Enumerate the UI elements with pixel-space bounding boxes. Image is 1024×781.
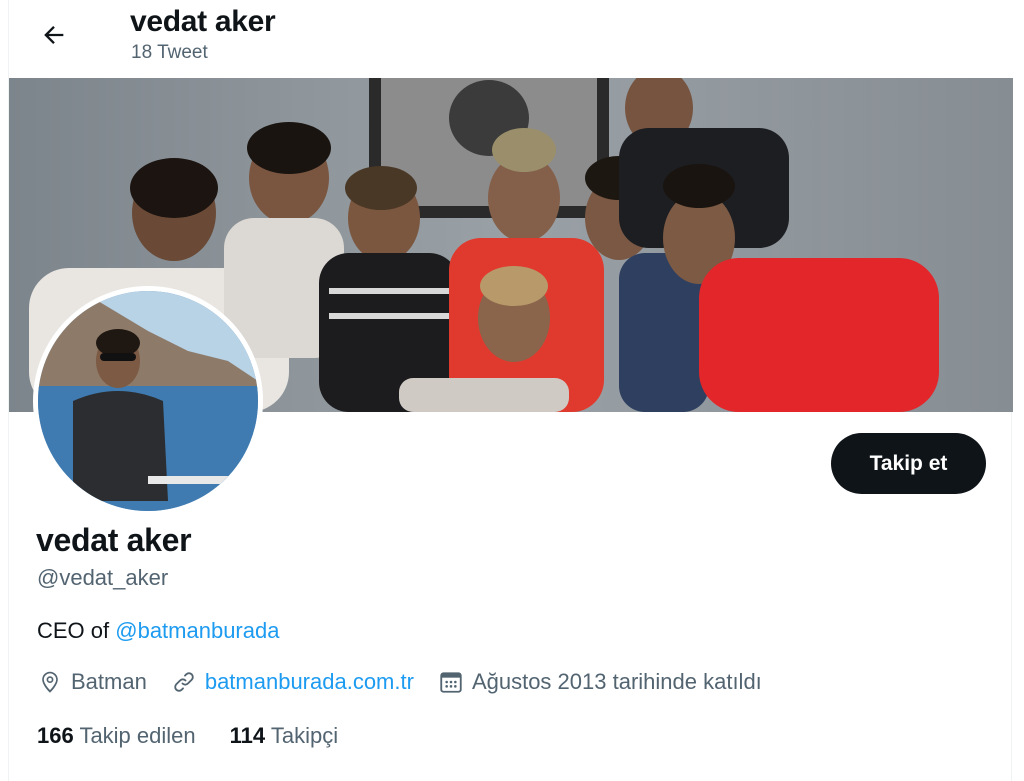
top-bar: vedat aker 18 Tweet [9,0,1013,78]
following-count: 166 [37,723,74,748]
bio-text: CEO of [37,618,116,643]
followers-count: 114 [229,723,266,748]
joined-item: Ağustos 2013 tarihinde katıldı [438,669,762,695]
tweet-count: 18 Tweet [131,42,208,63]
arrow-left-icon [44,26,64,44]
follow-button[interactable]: Takip et [831,433,986,494]
location-text: Batman [71,669,147,694]
website-link[interactable]: batmanburada.com.tr [205,669,414,695]
back-button[interactable] [33,14,75,56]
joined-text: Ağustos 2013 tarihinde katıldı [471,669,762,694]
link-icon [174,672,194,692]
bio-mention-link[interactable]: @batmanburada [115,618,279,643]
profile-name: vedat aker [36,522,192,558]
profile-meta: Batman batmanburada.com.tr Ağustos 2013 … [37,669,786,695]
following-label: Takip edilen [79,723,196,748]
avatar[interactable] [33,286,263,516]
profile-page: vedat aker 18 Tweet Takip et vedat aker … [8,0,1013,781]
profile-stats: 166 Takip edilen 114 Takipçi [37,723,372,749]
following-stat[interactable]: 166 Takip edilen [37,723,196,749]
avatar-photo [38,291,258,511]
calendar-icon [440,672,462,693]
location-pin-icon [42,671,58,693]
profile-bio: CEO of @batmanburada [37,618,279,644]
website-item: batmanburada.com.tr [171,669,414,695]
followers-stat[interactable]: 114 Takipçi [230,723,338,749]
profile-handle: @vedat_aker [37,565,169,590]
header-title: vedat aker [130,5,276,38]
location-item: Batman [37,669,147,695]
followers-label: Takipçi [270,723,339,748]
